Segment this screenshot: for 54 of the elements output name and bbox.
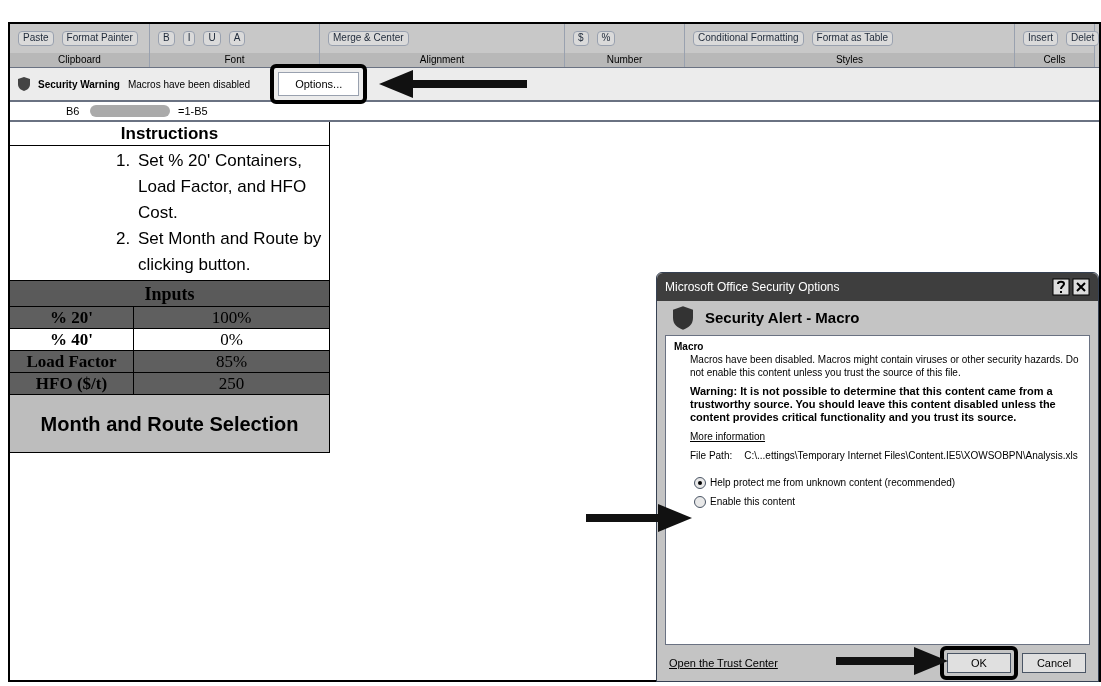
table-cell: % 20' — [10, 307, 134, 328]
dialog-paragraph: Macros have been disabled. Macros might contain viruses or other security hazards. Do not enable this content unless you trust the source of this file. — [690, 353, 1080, 379]
step-text: Set % 20' Containers, Load Factor, and HFO Cost. — [138, 150, 308, 224]
ribbon-button[interactable]: A — [228, 31, 246, 46]
dialog-heading: Security Alert - Macro — [705, 307, 860, 328]
dialog-button[interactable]: Cancel — [1022, 653, 1086, 673]
radio-option[interactable]: Enable this content — [694, 495, 1081, 508]
shield-icon — [673, 306, 693, 330]
radio-option[interactable]: Help protect me from unknown content (recommended) — [694, 476, 1081, 489]
file-path: C:\...ettings\Temporary Internet Files\Content.IE5\XOWSOBPN\Analysis.xls — [744, 449, 1078, 462]
group-label: Cells — [1015, 53, 1094, 67]
warning-label: Security Warning — [38, 77, 120, 92]
ribbon-button[interactable]: Format Painter — [61, 31, 138, 46]
step-number: 1. — [116, 150, 132, 172]
radio-button[interactable] — [694, 495, 706, 508]
options-button[interactable]: Options... — [278, 71, 360, 97]
warning-paragraph: Warning: It is not possible to determine that this content came from a trustworthy source. You should leave this content disabled unless the content provides critical functionality and you trust its source. — [690, 385, 1057, 424]
shield-icon — [18, 77, 30, 91]
section-title: Macro — [674, 340, 705, 353]
formula-field[interactable]: =1-B5 — [178, 102, 208, 120]
table-cell: % 40' — [10, 329, 134, 350]
ribbon-button[interactable]: Delet — [1066, 31, 1100, 46]
ribbon-button[interactable]: I — [182, 31, 196, 46]
ribbon-button[interactable]: $ — [573, 31, 589, 46]
step-number: 2. — [116, 228, 132, 250]
step-text: Set Month and Route by clicking button. — [138, 228, 323, 276]
ribbon-button[interactable]: Paste — [18, 31, 54, 46]
ribbon-button[interactable]: % — [596, 31, 616, 46]
ribbon-button[interactable]: Conditional Formatting — [693, 31, 804, 46]
ribbon-button[interactable]: B — [158, 31, 175, 46]
radio-button[interactable] — [694, 476, 706, 489]
ribbon-button[interactable]: Merge & Center — [328, 31, 409, 46]
dialog-title: Microsoft Office Security Options — [665, 279, 841, 296]
group-label: Styles — [685, 53, 1014, 67]
table-cell: HFO ($/t) — [10, 373, 134, 394]
table-cell: Inputs — [10, 281, 329, 307]
warning-message: Macros have been disabled — [127, 77, 251, 92]
more-information-link[interactable]: More information — [690, 430, 766, 443]
group-label: Alignment — [320, 53, 564, 67]
table-cell[interactable]: 0% — [134, 329, 329, 350]
name-box[interactable]: B6 — [10, 102, 90, 120]
table-cell: Load Factor — [10, 351, 134, 372]
group-label: Number — [565, 53, 684, 67]
file-path-label: File Path: — [690, 449, 733, 462]
ribbon-button[interactable]: U — [203, 31, 221, 46]
group-label: Font — [150, 53, 319, 67]
help-icon[interactable] — [1052, 278, 1070, 296]
close-icon[interactable] — [1072, 278, 1090, 296]
group-label: Clipboard — [10, 53, 149, 67]
dialog-button[interactable]: OK — [947, 653, 1011, 673]
table-cell: Instructions — [10, 122, 329, 146]
trust-center-link[interactable]: Open the Trust Center — [669, 654, 778, 672]
ribbon-button[interactable]: Format as Table — [811, 31, 894, 46]
ribbon-button[interactable]: Insert — [1023, 31, 1058, 46]
